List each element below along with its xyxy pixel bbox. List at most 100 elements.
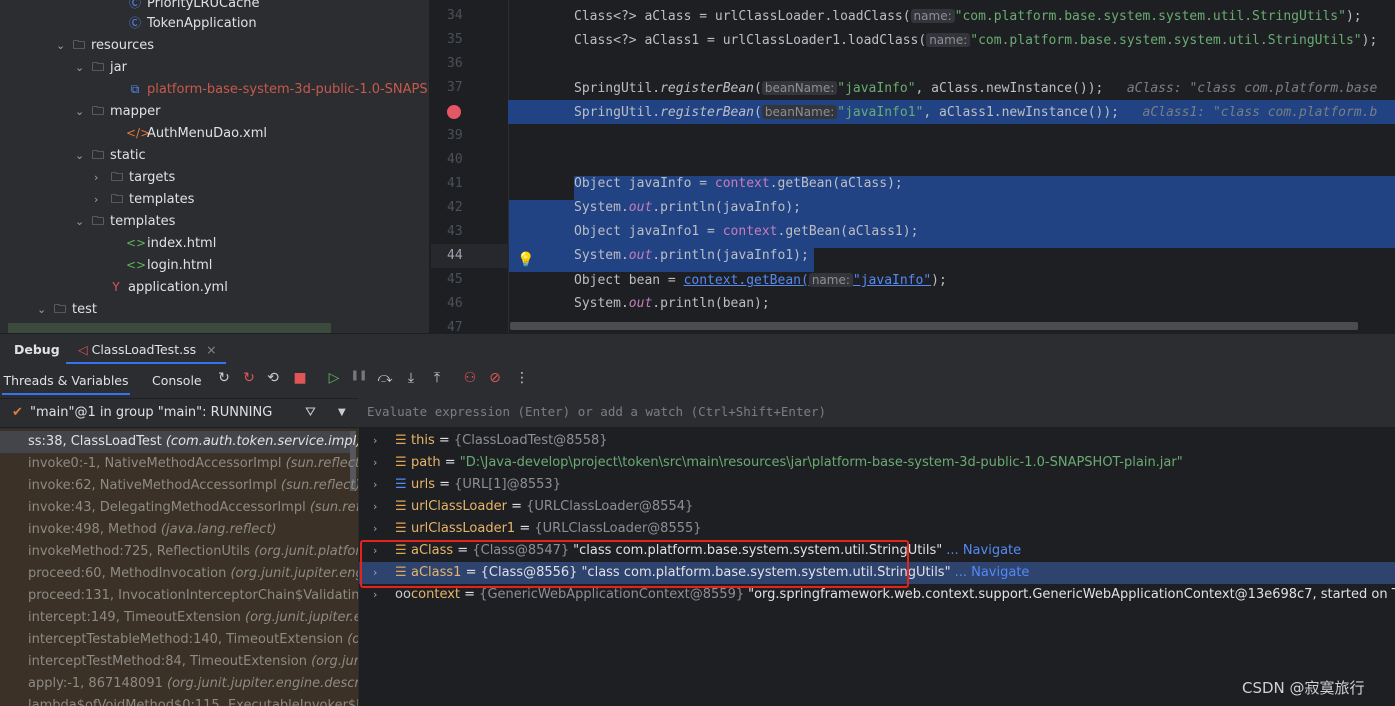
code-line[interactable]: Class<?> aClass1 = urlClassLoader1.loadC… (574, 28, 1377, 52)
chevron-right-icon[interactable]: › (373, 474, 377, 496)
frame-item[interactable]: interceptTestMethod:84, TimeoutExtension… (28, 651, 358, 673)
frame-item[interactable]: ss:38, ClassLoadTest (com.auth.token.ser… (28, 431, 358, 453)
debug-title: Debug (14, 342, 60, 357)
tree-item[interactable]: Ⓒ TokenApplication (112, 12, 257, 34)
line-number: 35 (447, 32, 463, 47)
more-icon[interactable]: ⋮ (511, 370, 533, 386)
line-number: 42 (447, 200, 463, 215)
horizontal-scrollbar[interactable] (510, 322, 1358, 330)
tree-item-label: jar (110, 60, 127, 75)
chevron-right-icon[interactable]: › (94, 189, 108, 211)
chevron-down-icon[interactable]: ⌄ (75, 101, 89, 123)
tree-item[interactable]: › 🗀 templates (94, 188, 194, 210)
code-token: ( (754, 105, 762, 120)
code-line[interactable]: SpringUtil.registerBean(beanName: "javaIn… (574, 100, 1377, 124)
tab-threads-variables[interactable]: Threads & Variables (2, 367, 130, 395)
frame-item[interactable]: invokeMethod:725, ReflectionUtils (org.j… (28, 541, 358, 563)
code-line[interactable]: Object javaInfo1 = context.getBean(aClas… (574, 220, 918, 244)
thread-selector[interactable]: ✔ "main"@1 in group "main": RUNNING ⛛ ▼ (0, 398, 358, 428)
tree-item[interactable]: ⌄ 🗀 templates (75, 210, 175, 232)
view-breakpoints-icon[interactable]: ⚇ (459, 370, 481, 386)
code-line[interactable]: SpringUtil.registerBean(beanName: "javaIn… (574, 76, 1377, 100)
close-icon[interactable]: × (206, 342, 216, 357)
frame-item[interactable]: invoke0:-1, NativeMethodAccessorImpl (su… (28, 453, 358, 475)
tree-item-label: login.html (147, 258, 213, 273)
tab-session[interactable]: ◁ ClassLoadTest.ss × (66, 336, 226, 364)
mute-breakpoints-icon[interactable]: ⊘ (484, 370, 506, 386)
tree-item[interactable]: ⌄ 🗀 test (37, 298, 97, 320)
frame-item[interactable]: invoke:498, Method (java.lang.reflect) (28, 519, 277, 541)
frame-item[interactable]: apply:-1, 867148091 (org.junit.jupiter.e… (28, 673, 358, 695)
filter-icon[interactable]: ⛛ (305, 399, 316, 427)
chevron-down-icon[interactable]: ▼ (338, 399, 346, 427)
tree-item[interactable]: <>login.html (112, 254, 212, 276)
code-token: registerBean (660, 105, 755, 120)
variable-name: path (411, 455, 441, 470)
code-token: registerBean (660, 81, 755, 96)
tree-item[interactable]: ⌄ 🗀 static (75, 144, 146, 166)
step-out-icon[interactable]: ⤒ (426, 370, 448, 386)
navigate-link[interactable]: ... Navigate (946, 543, 1021, 558)
code-line[interactable]: Object javaInfo = context.getBean(aClass… (574, 172, 903, 196)
tree-item[interactable]: ⌄ 🗀 mapper (75, 100, 160, 122)
breakpoint-icon[interactable] (431, 100, 509, 124)
code-line[interactable]: Object bean = context.getBean(name: "java… (574, 268, 947, 292)
chevron-down-icon[interactable]: ⌄ (56, 35, 70, 57)
code-line[interactable]: Class<?> aClass = urlClassLoader.loadCla… (574, 4, 1362, 28)
navigate-link[interactable]: ... Navigate (955, 565, 1030, 580)
tree-item[interactable]: ⧉ platform-base-system-3d-public-1.0-SNAP… (112, 78, 429, 100)
tree-item-label: application.yml (128, 280, 228, 295)
tree-item[interactable]: ⌄ 🗀 resources (56, 34, 154, 56)
variable-row[interactable]: › ☰ urls = {URL[1]@8553} (359, 474, 1395, 496)
chevron-down-icon[interactable]: ⌄ (75, 211, 89, 233)
code-token: context (714, 176, 770, 191)
chevron-right-icon[interactable]: › (373, 496, 377, 518)
code-line[interactable]: System.out.println(javaInfo); (574, 196, 801, 220)
chevron-right-icon[interactable]: › (373, 518, 377, 540)
pause-icon[interactable]: ❚❚ (348, 370, 370, 381)
tab-console[interactable]: Console (152, 367, 202, 395)
rerun-icon[interactable]: ↻ (213, 370, 235, 386)
code-line[interactable]: System.out.println(javaInfo1); (574, 244, 809, 268)
tree-item[interactable]: </>AuthMenuDao.xml (112, 122, 267, 144)
frame-item[interactable]: proceed:131, InvocationInterceptorChain$… (28, 585, 358, 607)
frame-item[interactable]: lambda$ofVoidMethod$0:115, ExecutableInv… (28, 695, 358, 706)
code-token: aClass1: "class com.platform.b (1142, 105, 1378, 120)
rerun-failed-icon[interactable]: ↻ (238, 370, 260, 386)
frame-item[interactable]: interceptTestableMethod:140, TimeoutExte… (28, 629, 358, 651)
tree-item[interactable]: ⌄ 🗀 jar (75, 56, 127, 78)
tree-item[interactable]: Yapplication.yml (93, 276, 228, 298)
thread-label: "main"@1 in group "main": RUNNING (30, 405, 273, 420)
variable-row[interactable]: › ☰ urlClassLoader1 = {URLClassLoader@8555… (359, 518, 1395, 540)
code-token: "com.platform.base.system.system.util.St… (954, 9, 1346, 24)
frame-item[interactable]: intercept:149, TimeoutExtension (org.jun… (28, 607, 358, 629)
step-over-icon[interactable]: ⤼ (374, 370, 396, 386)
stop-icon[interactable]: ■ (289, 370, 311, 386)
parameter-hint: beanName: (761, 81, 838, 95)
lightbulb-icon[interactable]: 💡 (517, 248, 534, 272)
frame-item[interactable]: invoke:43, DelegatingMethodAccessorImpl … (28, 497, 358, 519)
chevron-down-icon[interactable]: ⌄ (75, 57, 89, 79)
frame-item[interactable]: proceed:60, MethodInvocation (org.junit.… (28, 563, 358, 585)
frame-method: invoke0:-1, NativeMethodAccessorImpl (28, 456, 286, 471)
variable-text: path = "D:\Java-develop\project\token\sr… (411, 452, 1183, 474)
variable-row[interactable]: › ☰ urlClassLoader = {URLClassLoader@8554} (359, 496, 1395, 518)
frame-item[interactable]: invoke:62, NativeMethodAccessorImpl (sun… (28, 475, 358, 497)
code-line[interactable]: System.out.println(bean); (574, 292, 770, 316)
code-token: context (722, 224, 778, 239)
tree-item[interactable]: › 🗀 targets (94, 166, 175, 188)
code-editor[interactable]: 34 35 36 37 39 40 41 42 43 44 45 46 47 💡 Class<?> aCla… (431, 0, 1395, 333)
chevron-down-icon[interactable]: ⌄ (75, 145, 89, 167)
step-into-icon[interactable]: ⤓ (400, 370, 422, 386)
parameter-hint: beanName: (761, 105, 838, 119)
evaluate-expression-input[interactable]: Evaluate expression (Enter) or add a wat… (359, 398, 1395, 428)
tree-item[interactable]: <>index.html (112, 232, 216, 254)
chevron-right-icon[interactable]: › (373, 452, 377, 474)
chevron-down-icon[interactable]: ⌄ (37, 299, 51, 321)
chevron-right-icon[interactable]: › (373, 430, 377, 452)
variable-row[interactable]: › ☰ path = "D:\Java-develop\project\token\… (359, 452, 1395, 474)
variable-row[interactable]: › ☰ this = {ClassLoadTest@8558} (359, 430, 1395, 452)
restore-layout-icon[interactable]: ⟲ (262, 370, 284, 386)
chevron-right-icon[interactable]: › (94, 167, 108, 189)
resume-icon[interactable]: ▷ (323, 370, 345, 386)
